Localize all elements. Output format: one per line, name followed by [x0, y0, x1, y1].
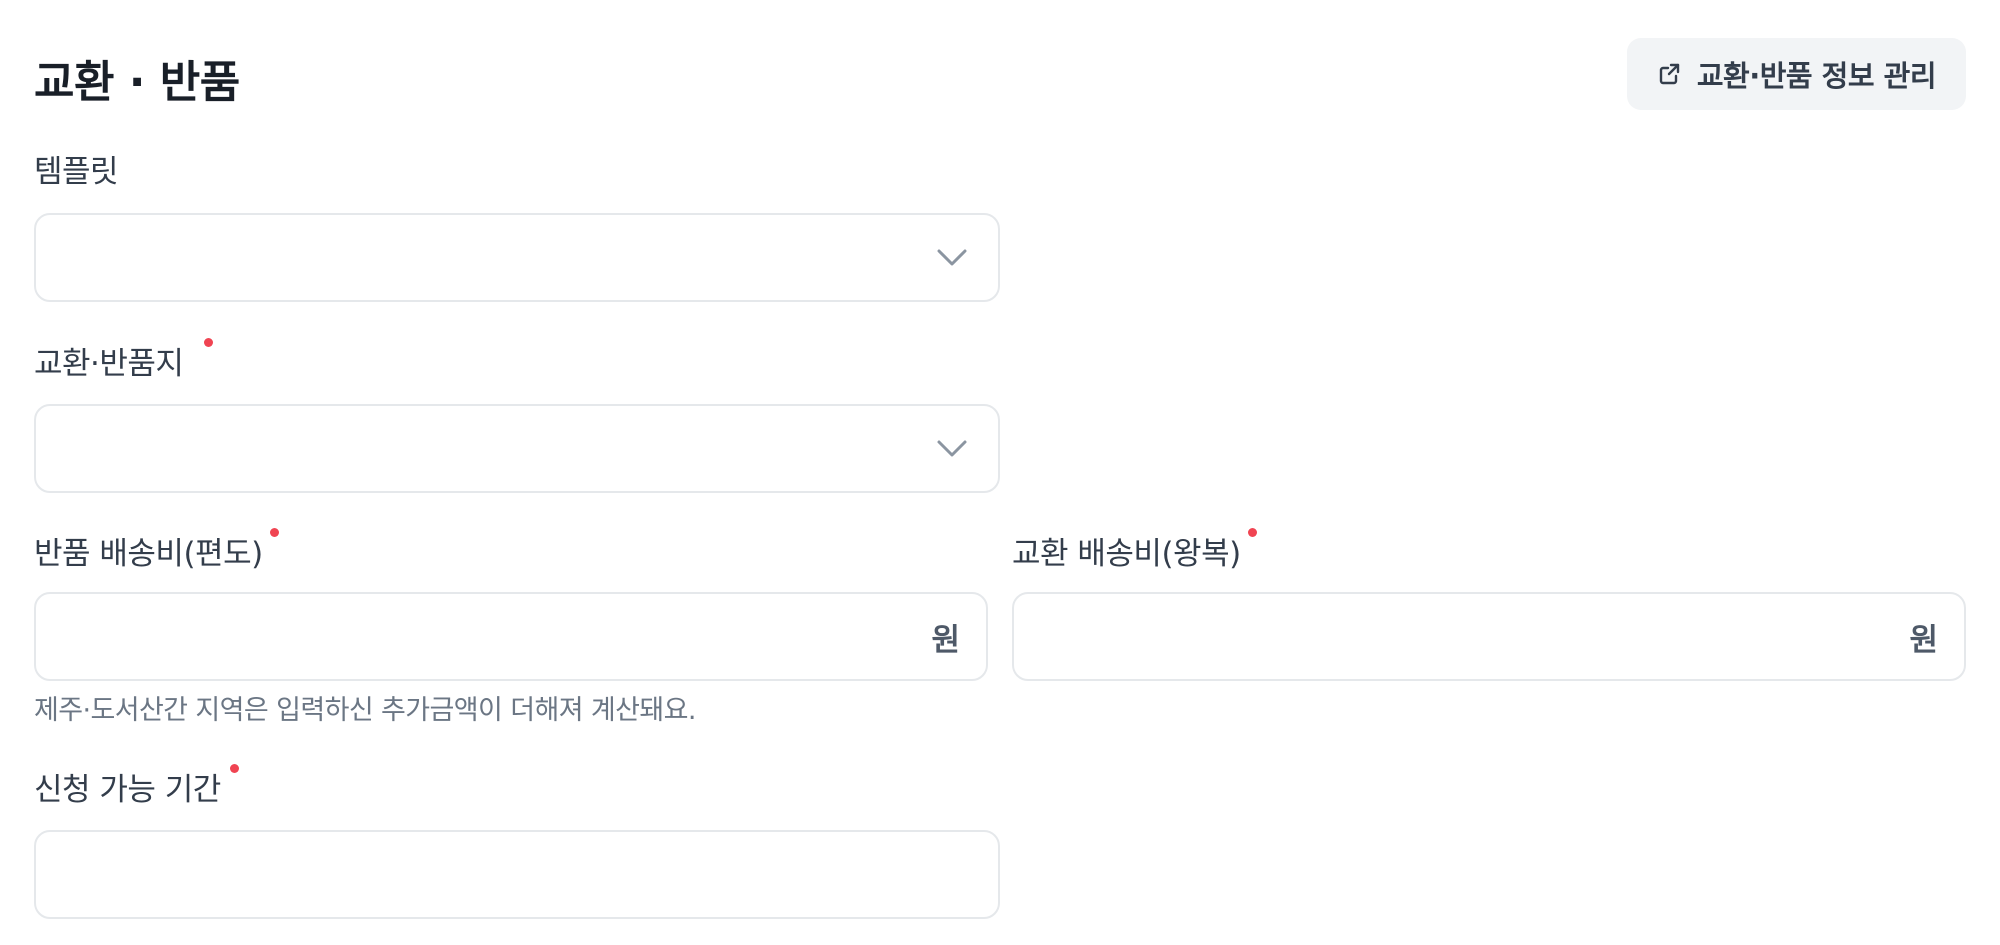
- manage-button-label: 교환·반품 정보 관리: [1696, 59, 1937, 93]
- required-indicator: [204, 338, 213, 347]
- period-label: 신청 가능 기간: [34, 772, 221, 808]
- section-header: 교환 · 반품 교환·반품 정보 관리: [34, 38, 1966, 110]
- return-address-label: 교환·반품지: [34, 346, 184, 382]
- external-link-icon: [1657, 61, 1683, 87]
- period-input[interactable]: [34, 830, 1000, 919]
- return-fee-input[interactable]: 원: [34, 592, 988, 681]
- template-select[interactable]: [34, 213, 1000, 302]
- required-indicator: [270, 528, 279, 537]
- currency-unit: 원: [931, 622, 960, 658]
- chevron-down-icon: [937, 440, 967, 456]
- exchange-return-section: 교환 · 반품 교환·반품 정보 관리 템플릿 교환·반품지 반품 배송비(편도…: [0, 0, 2000, 945]
- return-address-select[interactable]: [34, 404, 1000, 493]
- required-indicator: [1248, 528, 1257, 537]
- exchange-fee-input[interactable]: 원: [1012, 592, 1966, 681]
- manage-exchange-return-button[interactable]: 교환·반품 정보 관리: [1626, 38, 1966, 110]
- template-label: 템플릿: [34, 154, 119, 190]
- exchange-fee-label: 교환 배송비(왕복): [1012, 536, 1241, 572]
- currency-unit: 원: [1909, 622, 1938, 658]
- required-indicator: [230, 764, 239, 773]
- fee-helper-text: 제주·도서산간 지역은 입력하신 추가금액이 더해져 계산돼요.: [34, 695, 696, 726]
- section-title: 교환 · 반품: [34, 57, 240, 108]
- chevron-down-icon: [937, 249, 967, 265]
- return-fee-label: 반품 배송비(편도): [34, 536, 263, 572]
